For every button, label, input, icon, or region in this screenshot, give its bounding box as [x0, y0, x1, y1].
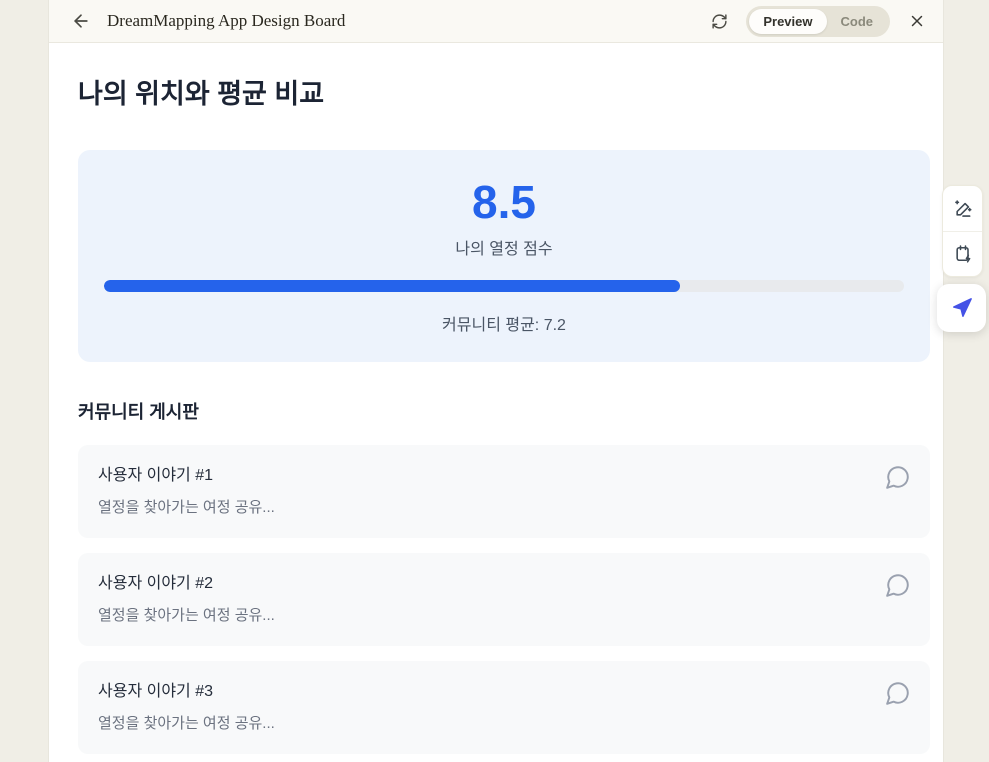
- post-title: 사용자 이야기 #3: [98, 683, 214, 700]
- post-title: 사용자 이야기 #2: [98, 575, 214, 592]
- artifact-header: DreamMapping App Design Board Preview Co…: [49, 0, 943, 43]
- comment-bubble-icon[interactable]: [885, 680, 911, 706]
- progress-fill: [104, 280, 680, 292]
- post-excerpt: 열정을 찾아가는 여정 공유...: [98, 607, 275, 624]
- my-score-label: 나의 열정 점수: [455, 241, 553, 258]
- my-score-value: 8.5: [472, 176, 536, 228]
- view-toggle: Preview Code: [746, 5, 890, 37]
- post-title: 사용자 이야기 #1: [98, 467, 214, 484]
- close-icon: [908, 12, 926, 30]
- community-average-label: 커뮤니티 평균: 7.2: [442, 317, 566, 334]
- side-toolbar: [942, 185, 983, 277]
- board-title: DreamMapping App Design Board: [107, 11, 346, 30]
- artifact-panel: DreamMapping App Design Board Preview Co…: [48, 0, 944, 762]
- post-excerpt: 열정을 찾아가는 여정 공유...: [98, 499, 275, 516]
- post-card-2[interactable]: 사용자 이야기 #2 열정을 찾아가는 여정 공유...: [78, 553, 930, 646]
- back-button[interactable]: [67, 7, 95, 35]
- arrow-left-icon: [71, 11, 91, 31]
- page-title: 나의 위치와 평균 비교: [78, 79, 325, 109]
- edit-sparkle-icon: [953, 199, 973, 219]
- send-icon: [951, 297, 973, 319]
- clipboard-zap-button[interactable]: [943, 231, 982, 276]
- close-button[interactable]: [903, 7, 931, 35]
- send-tool-button[interactable]: [937, 284, 986, 332]
- progress-track: [104, 280, 904, 292]
- edit-sparkle-button[interactable]: [943, 186, 982, 231]
- post-card-3[interactable]: 사용자 이야기 #3 열정을 찾아가는 여정 공유...: [78, 661, 930, 754]
- tab-code[interactable]: Code: [827, 9, 888, 34]
- refresh-icon: [711, 13, 728, 30]
- tab-preview[interactable]: Preview: [749, 8, 827, 34]
- refresh-button[interactable]: [705, 7, 733, 35]
- clipboard-zap-icon: [953, 244, 973, 264]
- board-section-title: 커뮤니티 게시판: [78, 402, 199, 422]
- post-excerpt: 열정을 찾아가는 여정 공유...: [98, 715, 275, 732]
- comment-bubble-icon[interactable]: [885, 572, 911, 598]
- score-card: 8.5 나의 열정 점수 커뮤니티 평균: 7.2: [78, 150, 930, 362]
- post-card-1[interactable]: 사용자 이야기 #1 열정을 찾아가는 여정 공유...: [78, 445, 930, 538]
- preview-content: 나의 위치와 평균 비교 8.5 나의 열정 점수 커뮤니티 평균: 7.2 커…: [49, 43, 943, 754]
- comment-bubble-icon[interactable]: [885, 464, 911, 490]
